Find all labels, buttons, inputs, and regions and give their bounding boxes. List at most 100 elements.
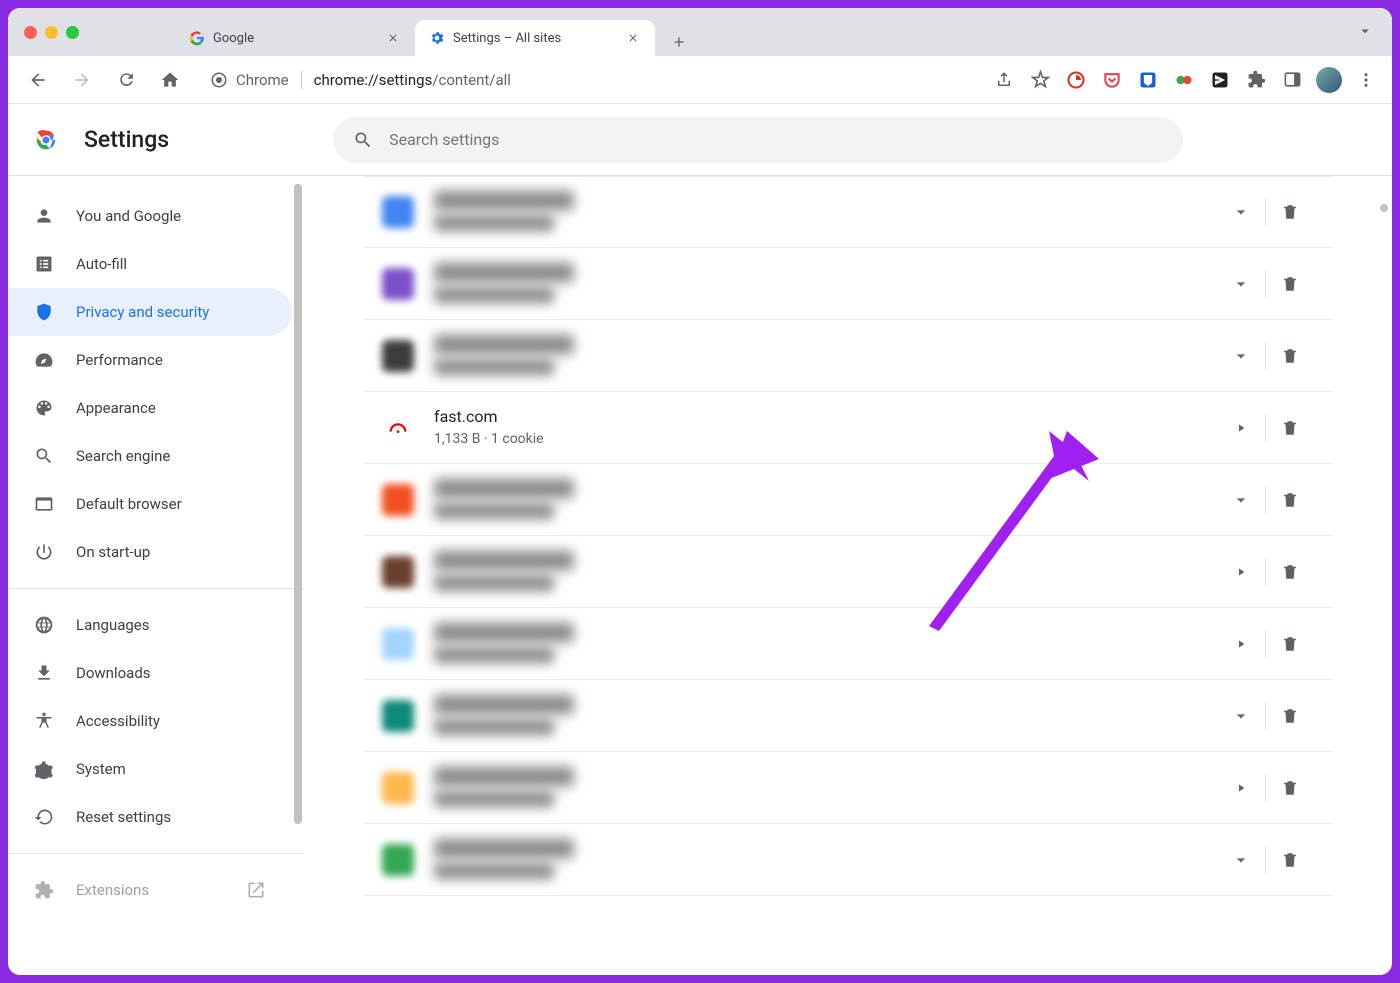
site-row[interactable]: xxxxxxxxxxxxxxx [364,320,1332,392]
share-icon[interactable] [992,68,1016,92]
address-bar[interactable]: Chrome chrome://settings/content/all [198,63,980,97]
sidebar-scrollbar[interactable] [294,184,302,824]
site-name: xxxxxxxx [434,191,1217,211]
sidebar-item-startup[interactable]: On start-up [8,528,292,576]
site-row[interactable]: fast.com 1,133 B · 1 cookie [364,392,1332,464]
site-meta: xxxxxxx [434,791,1217,809]
forward-button[interactable] [66,64,98,96]
site-meta: 1,133 B · 1 cookie [434,431,1217,449]
site-name: fast.com [434,407,1217,427]
ext-send-icon[interactable] [1208,68,1232,92]
chevron-down-icon[interactable] [1217,332,1265,380]
google-favicon-icon [189,30,205,46]
tab-settings[interactable]: Settings – All sites [415,20,655,56]
bookmark-icon[interactable] [1028,68,1052,92]
tab-google[interactable]: Google [175,20,415,56]
delete-site-button[interactable] [1266,620,1314,668]
site-meta: xxxxxxx [434,575,1217,593]
maximize-window-button[interactable] [66,26,79,39]
close-window-button[interactable] [24,26,37,39]
site-meta: xxxxxxx [434,287,1217,305]
ext-pocket-icon[interactable] [1100,68,1124,92]
search-icon [353,130,373,150]
sidebar-item-system[interactable]: System [8,745,292,793]
sidebar-item-languages[interactable]: Languages [8,601,292,649]
expand-arrow-icon[interactable] [1217,548,1265,596]
expand-arrow-icon[interactable] [1217,764,1265,812]
delete-site-button[interactable] [1266,332,1314,380]
site-name: xxxxxxxx [434,479,1217,499]
ext-adblock-icon[interactable] [1064,68,1088,92]
sidebar-item-performance[interactable]: Performance [8,336,292,384]
all-sites-list: xxxxxxxxxxxxxxxxxxxxxxxxxxxxxxxxxxxxxxxx… [364,176,1332,896]
delete-site-button[interactable] [1266,188,1314,236]
site-row[interactable]: xxxxxxxxxxxxxxx [364,248,1332,320]
content-scrollbar[interactable] [1380,204,1388,212]
delete-site-button[interactable] [1266,764,1314,812]
tabs-dropdown-icon[interactable] [1356,22,1374,44]
expand-arrow-icon[interactable] [1217,404,1265,452]
delete-site-button[interactable] [1266,476,1314,524]
minimize-window-button[interactable] [45,26,58,39]
site-info: xxxxxxxxxxxxxxx [434,191,1217,233]
chevron-down-icon[interactable] [1217,836,1265,884]
delete-site-button[interactable] [1266,260,1314,308]
ext-bitwarden-icon[interactable] [1136,68,1160,92]
settings-favicon-icon [429,30,445,46]
site-favicon-icon [382,484,414,516]
site-info: xxxxxxxxxxxxxxx [434,623,1217,665]
ext-privacy-icon[interactable] [1172,68,1196,92]
chevron-down-icon[interactable] [1217,692,1265,740]
reload-button[interactable] [110,64,142,96]
sidebar-item-extensions[interactable]: Extensions [8,866,292,914]
sidebar-item-autofill[interactable]: Auto-fill [8,240,292,288]
back-button[interactable] [22,64,54,96]
chevron-down-icon[interactable] [1217,260,1265,308]
profile-avatar[interactable] [1316,67,1342,93]
settings-header: Settings [8,104,1392,176]
settings-search[interactable] [333,117,1183,163]
site-name: xxxxxxxx [434,839,1217,859]
sidebar-item-privacy[interactable]: Privacy and security [8,288,292,336]
close-tab-icon[interactable] [625,30,641,46]
sidebar-item-you[interactable]: You and Google [8,192,292,240]
sidebar-item-downloads[interactable]: Downloads [8,649,292,697]
delete-site-button[interactable] [1266,836,1314,884]
site-row[interactable]: xxxxxxxxxxxxxxx [364,536,1332,608]
site-info: fast.com 1,133 B · 1 cookie [434,407,1217,449]
site-favicon-icon [382,196,414,228]
site-meta: xxxxxxx [434,863,1217,881]
close-tab-icon[interactable] [385,30,401,46]
chevron-down-icon[interactable] [1217,188,1265,236]
settings-search-input[interactable] [389,130,1163,149]
delete-site-button[interactable] [1266,404,1314,452]
page-title: Settings [84,126,169,153]
home-button[interactable] [154,64,186,96]
site-row[interactable]: xxxxxxxxxxxxxxx [364,608,1332,680]
site-row[interactable]: xxxxxxxxxxxxxxx [364,680,1332,752]
chrome-menu-icon[interactable] [1354,68,1378,92]
delete-site-button[interactable] [1266,692,1314,740]
expand-arrow-icon[interactable] [1217,620,1265,668]
site-favicon-icon [382,556,414,588]
site-row[interactable]: xxxxxxxxxxxxxxx [364,752,1332,824]
site-meta: xxxxxxx [434,719,1217,737]
new-tab-button[interactable] [665,28,693,56]
sidepanel-icon[interactable] [1280,68,1304,92]
site-row[interactable]: xxxxxxxxxxxxxxx [364,464,1332,536]
external-link-icon [246,880,266,900]
sidebar-item-accessibility[interactable]: Accessibility [8,697,292,745]
tabs-container: Google Settings – All sites [175,8,693,56]
extensions-icon[interactable] [1244,68,1268,92]
sidebar-item-search[interactable]: Search engine [8,432,292,480]
site-row[interactable]: xxxxxxxxxxxxxxx [364,176,1332,248]
sidebar-item-reset[interactable]: Reset settings [8,793,292,841]
delete-site-button[interactable] [1266,548,1314,596]
chevron-down-icon[interactable] [1217,476,1265,524]
site-favicon-icon [382,340,414,372]
site-row[interactable]: xxxxxxxxxxxxxxx [364,824,1332,896]
site-row-actions [1217,692,1314,740]
site-favicon-icon [382,700,414,732]
sidebar-item-appearance[interactable]: Appearance [8,384,292,432]
sidebar-item-default-browser[interactable]: Default browser [8,480,292,528]
